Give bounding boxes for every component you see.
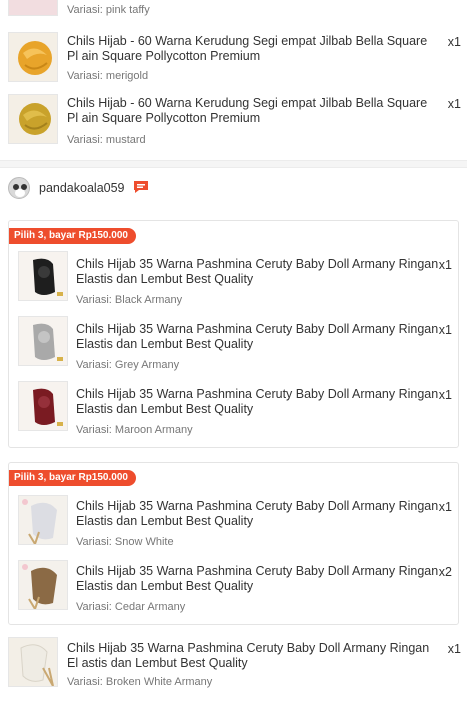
item-name: Chils Hijab - 60 Warna Kerudung Segi emp… <box>67 34 428 63</box>
bundle-deal-badge: Pilih 3, bayar Rp150.000 <box>9 228 136 244</box>
product-thumbnail <box>18 495 68 545</box>
product-thumbnail <box>18 251 68 301</box>
item-variant: Variasi: merigold <box>67 70 149 82</box>
item-variant: Variasi: Maroon Armany <box>76 424 193 436</box>
bundle-deal-group: Pilih 3, bayar Rp150.000 Chils Hijab 35 … <box>8 462 459 625</box>
shop-avatar[interactable] <box>8 177 30 199</box>
item-name: Chils Hijab 35 Warna Pashmina Ceruty Bab… <box>76 387 439 416</box>
item-name: Chils Hijab 35 Warna Pashmina Ceruty Bab… <box>76 257 439 286</box>
order-item-top-partial[interactable]: Variasi: pink taffy <box>0 0 467 22</box>
item-variant: Variasi: mustard <box>67 134 146 146</box>
order-item[interactable]: Chils Hijab - 60 Warna Kerudung Segi emp… <box>0 22 467 86</box>
order-item[interactable]: Chils Hijab 35 Warna Pashmina Ceruty Bab… <box>9 249 458 314</box>
item-name: Chils Hijab 35 Warna Pashmina Ceruty Bab… <box>67 641 430 670</box>
item-quantity: x1 <box>438 388 452 402</box>
product-thumbnail <box>8 637 58 687</box>
order-item[interactable]: Chils Hijab - 60 Warna Kerudung Segi emp… <box>0 86 467 152</box>
item-variant: Variasi: pink taffy <box>67 4 150 16</box>
bundle-deal-badge: Pilih 3, bayar Rp150.000 <box>9 470 136 486</box>
order-item[interactable]: Chils Hijab 35 Warna Pashmina Ceruty Bab… <box>0 631 467 701</box>
product-thumbnail <box>18 560 68 610</box>
bundle-deal-group: Pilih 3, bayar Rp150.000 Chils Hijab 35 … <box>8 220 459 448</box>
product-thumbnail <box>8 32 58 82</box>
item-variant: Variasi: Cedar Armany <box>76 601 186 613</box>
product-thumbnail <box>18 316 68 366</box>
shop-header[interactable]: pandakoala059 <box>0 170 467 206</box>
item-name: Chils Hijab 35 Warna Pashmina Ceruty Bab… <box>76 499 439 528</box>
item-variant: Variasi: Broken White Armany <box>67 676 213 688</box>
item-quantity: x1 <box>447 35 461 49</box>
item-variant: Variasi: Grey Armany <box>76 359 180 371</box>
order-item[interactable]: Chils Hijab 35 Warna Pashmina Ceruty Bab… <box>9 379 458 444</box>
order-item[interactable]: Chils Hijab 35 Warna Pashmina Ceruty Bab… <box>9 314 458 379</box>
item-quantity: x1 <box>438 500 452 514</box>
item-name: Chils Hijab - 60 Warna Kerudung Segi emp… <box>67 96 428 125</box>
product-thumbnail <box>8 0 58 16</box>
item-variant: Variasi: Black Armany <box>76 294 183 306</box>
item-quantity: x1 <box>438 323 452 337</box>
item-name: Chils Hijab 35 Warna Pashmina Ceruty Bab… <box>76 564 439 593</box>
item-variant: Variasi: Snow White <box>76 536 174 548</box>
product-thumbnail <box>18 381 68 431</box>
item-quantity: x1 <box>447 97 461 111</box>
chat-icon[interactable] <box>133 180 149 194</box>
product-thumbnail <box>8 94 58 144</box>
shop-name[interactable]: pandakoala059 <box>39 181 125 195</box>
item-quantity: x2 <box>438 565 452 579</box>
item-name: Chils Hijab 35 Warna Pashmina Ceruty Bab… <box>76 322 439 351</box>
item-quantity: x1 <box>438 258 452 272</box>
item-quantity: x1 <box>447 642 461 656</box>
order-item[interactable]: Chils Hijab 35 Warna Pashmina Ceruty Bab… <box>9 491 458 556</box>
section-divider <box>0 160 467 168</box>
order-item[interactable]: Chils Hijab 35 Warna Pashmina Ceruty Bab… <box>9 556 458 621</box>
